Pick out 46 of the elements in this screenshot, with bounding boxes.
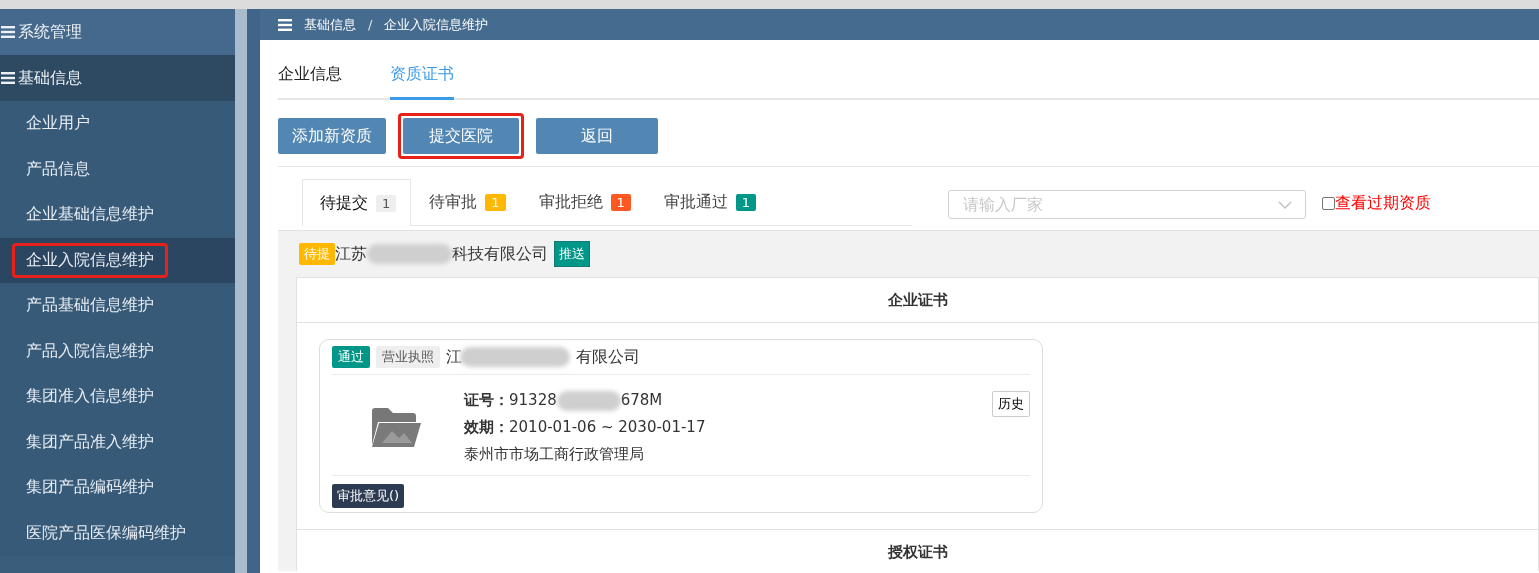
folder-icon <box>370 405 422 449</box>
company-name: 江苏 <box>335 243 367 265</box>
section-title: 授权证书 <box>297 530 1538 571</box>
certificate-number: 678M <box>620 390 663 411</box>
breadcrumb-item[interactable]: 企业入院信息维护 <box>384 15 489 34</box>
menu-icon <box>1 72 15 84</box>
status-tab[interactable]: 审批拒绝 1 <box>520 179 646 225</box>
validity-period: 2010-01-06 ~ 2030-01-17 <box>509 417 706 438</box>
menu-group-label: 基础信息 <box>18 67 82 89</box>
chevron-down-icon <box>1278 201 1292 209</box>
menu-group[interactable]: 系统管理 <box>0 9 235 55</box>
issuing-authority: 泰州市市场工商行政管理局 <box>464 444 645 465</box>
breadcrumb-item[interactable]: 基础信息 <box>304 15 356 34</box>
type-tag: 营业执照 <box>376 346 440 368</box>
sidebar-item[interactable]: 企业入院信息维护 <box>12 242 168 278</box>
count-badge: 1 <box>735 194 757 211</box>
checkbox[interactable] <box>1322 197 1335 210</box>
menu-group-label: 系统管理 <box>18 21 82 43</box>
menu-icon <box>1 26 15 38</box>
menu-icon <box>278 18 292 31</box>
action-button[interactable]: 提交医院 <box>403 118 519 154</box>
checkbox-label: 查看过期资质 <box>1335 193 1431 214</box>
count-badge: 1 <box>485 194 506 211</box>
history-button[interactable]: 历史 <box>992 391 1030 417</box>
count-badge: 1 <box>610 194 631 211</box>
status-tag: 通过 <box>332 346 370 368</box>
count-badge: 1 <box>376 194 397 212</box>
push-button[interactable]: 推送 <box>554 241 590 267</box>
field-label: 效期： <box>464 417 509 438</box>
certificate-name: 江 <box>446 346 462 368</box>
menu-group[interactable]: 基础信息 <box>0 55 235 101</box>
action-button[interactable]: 添加新资质 <box>278 118 386 154</box>
status-tab[interactable]: 待提交 1 <box>302 179 412 226</box>
action-button[interactable]: 返回 <box>536 118 658 154</box>
certificate-name: 有限公司 <box>576 346 640 368</box>
status-tag: 待提 <box>299 243 335 265</box>
approval-opinion-button[interactable]: 审批意见() <box>332 484 405 508</box>
company-name: 科技有限公司 <box>452 243 548 265</box>
redaction-blur <box>556 390 621 411</box>
breadcrumb-separator: / <box>368 17 373 32</box>
status-tab[interactable]: 审批通过 1 <box>645 179 772 225</box>
tab[interactable]: 企业信息 <box>278 54 342 100</box>
status-tab[interactable]: 待审批 1 <box>411 179 521 225</box>
certificate-number: 91328 <box>509 390 557 411</box>
section-title: 企业证书 <box>297 278 1538 323</box>
field-label: 证号： <box>464 390 509 411</box>
